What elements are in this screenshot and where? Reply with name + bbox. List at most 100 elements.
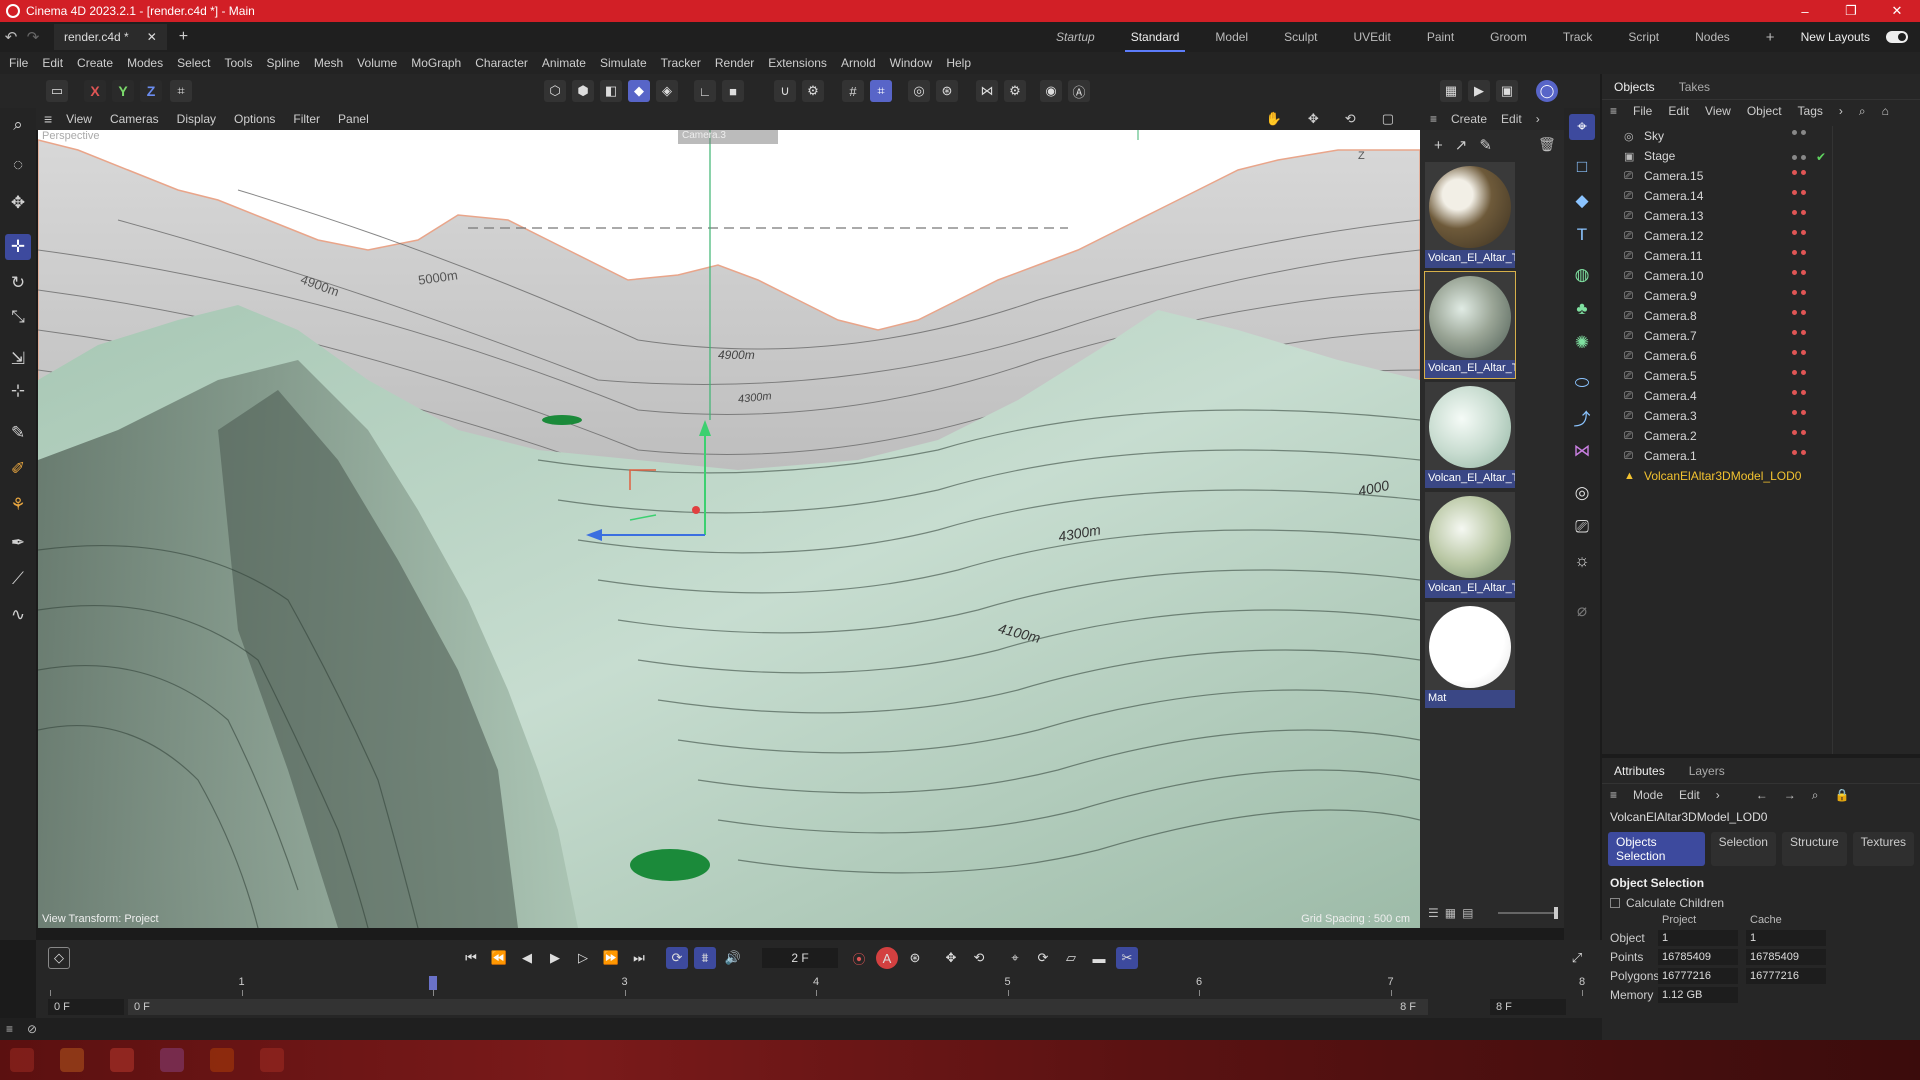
visibility-flags[interactable] — [1792, 190, 1806, 195]
viewport-menu-filter[interactable]: Filter — [293, 112, 320, 126]
object-menu-object[interactable]: Object — [1747, 104, 1782, 118]
render-view-icon[interactable]: ▶ — [1468, 80, 1490, 102]
selection-tools-icon[interactable]: ✥ — [5, 190, 31, 216]
spline-icon[interactable]: ⤴ — [1569, 404, 1595, 430]
maximize-button[interactable]: ❐ — [1828, 0, 1874, 22]
record-keys-icon[interactable]: ⦿ — [848, 947, 870, 969]
layout-tab-script[interactable]: Script — [1610, 30, 1677, 44]
next-key-icon[interactable]: ⏩ — [600, 947, 622, 969]
visibility-flags[interactable] — [1792, 390, 1806, 395]
range-slider[interactable]: 0 F 8 F — [128, 999, 1428, 1015]
tab-structure[interactable]: Structure — [1781, 832, 1847, 866]
material-item[interactable]: Volcan_El_Altar_Te — [1425, 382, 1515, 488]
object-menu-file[interactable]: File — [1633, 104, 1652, 118]
pan-view-icon[interactable]: ✋ — [1266, 111, 1282, 127]
scale-tool-icon[interactable]: ⤡ — [5, 304, 31, 330]
y-axis-lock-button[interactable]: Y — [112, 80, 134, 102]
menu-mograph[interactable]: MoGraph — [411, 56, 461, 70]
next-frame-icon[interactable]: ▷ — [572, 947, 594, 969]
attribute-search-icon[interactable]: ⌕ — [1812, 788, 1819, 803]
viewport-menu-cameras[interactable]: Cameras — [110, 112, 159, 126]
menu-select[interactable]: Select — [177, 56, 210, 70]
symmetry-icon[interactable]: ⋈ — [976, 80, 998, 102]
menu-window[interactable]: Window — [890, 56, 933, 70]
material-picker-icon[interactable]: ✎ — [1479, 136, 1492, 154]
spline-pen-icon[interactable]: ✎ — [5, 420, 31, 446]
object-row[interactable]: ⎚ Camera.12 — [1602, 226, 1832, 246]
material-item[interactable]: Volcan_El_Altar_Te — [1424, 271, 1516, 379]
layout-tab-sculpt[interactable]: Sculpt — [1266, 30, 1335, 44]
knife-tool-icon[interactable]: ⟋ — [5, 566, 31, 592]
menu-spline[interactable]: Spline — [266, 56, 299, 70]
grid-snap-icon[interactable]: # — [842, 80, 864, 102]
menu-arnold[interactable]: Arnold — [841, 56, 876, 70]
tab-objects[interactable]: Objects — [1614, 80, 1655, 94]
attribute-menu-hamburger-icon[interactable]: ≡ — [1610, 788, 1617, 802]
playhead[interactable] — [429, 976, 437, 990]
sound-icon[interactable]: 🔊 — [722, 947, 744, 969]
visibility-flags[interactable] — [1792, 310, 1806, 315]
timeline-graph-icon[interactable]: ⤢ — [1566, 947, 1588, 969]
axis-tool-icon[interactable]: ⊹ — [5, 378, 31, 404]
trash-icon[interactable]: 🗑 — [1538, 136, 1556, 153]
edges-mode-icon[interactable]: ⬢ — [572, 80, 594, 102]
play-icon[interactable]: ▶ — [544, 947, 566, 969]
material-menu-more-icon[interactable]: › — [1536, 112, 1540, 126]
visibility-flags[interactable] — [1792, 450, 1806, 455]
menu-edit[interactable]: Edit — [42, 56, 63, 70]
menu-simulate[interactable]: Simulate — [600, 56, 647, 70]
layout-tab-uvedit[interactable]: UVEdit — [1335, 30, 1408, 44]
layout-tab-model[interactable]: Model — [1197, 30, 1266, 44]
object-search-icon[interactable]: ⌕ — [1859, 104, 1866, 119]
coordinate-system-icon[interactable]: ⌗ — [170, 80, 192, 102]
attribute-menu-more-icon[interactable]: › — [1716, 788, 1720, 802]
points-mode-icon[interactable]: ⬡ — [544, 80, 566, 102]
new-document-button[interactable]: + — [179, 28, 188, 46]
palette-select-icon[interactable]: ⌖ — [1569, 114, 1595, 140]
visibility-flags[interactable] — [1792, 370, 1806, 375]
visibility-flags[interactable] — [1792, 430, 1806, 435]
cloner-icon[interactable]: ♣ — [1569, 296, 1595, 322]
render-settings-icon[interactable]: ⊛ — [936, 80, 958, 102]
lock-icon[interactable]: 🔒 — [1834, 788, 1849, 802]
menu-help[interactable]: Help — [946, 56, 971, 70]
smooth-tool-icon[interactable]: ∿ — [5, 602, 31, 628]
timeline-settings-icon[interactable]: ▬ — [1088, 947, 1110, 969]
calculate-children-row[interactable]: Calculate Children — [1602, 896, 1920, 910]
visibility-flags[interactable]: ✔ — [1792, 150, 1826, 164]
taskbar-app-icon[interactable] — [10, 1048, 34, 1072]
brush-tool-icon[interactable]: ✒ — [5, 530, 31, 556]
render-picture-viewer-icon[interactable]: ▣ — [1496, 80, 1518, 102]
record-pla-icon[interactable]: ▱ — [1060, 947, 1082, 969]
visibility-flags[interactable] — [1792, 250, 1806, 255]
viewport-menu-panel[interactable]: Panel — [338, 112, 369, 126]
mograph-icon[interactable]: ⋈ — [1569, 438, 1595, 464]
object-row[interactable]: ⎚ Camera.6 — [1602, 346, 1832, 366]
tab-layers[interactable]: Layers — [1689, 764, 1725, 778]
previous-key-icon[interactable]: ⏪ — [488, 947, 510, 969]
object-row[interactable]: ⎚ Camera.13 — [1602, 206, 1832, 226]
field-icon[interactable]: ⬭ — [1569, 370, 1595, 396]
visibility-flags[interactable] — [1792, 330, 1806, 335]
render-region-icon[interactable]: ▦ — [1440, 80, 1462, 102]
previous-frame-icon[interactable]: ◀ — [516, 947, 538, 969]
object-row[interactable]: ⎚ Camera.10 — [1602, 266, 1832, 286]
viewport-menu-display[interactable]: Display — [177, 112, 216, 126]
attribute-menu-mode[interactable]: Mode — [1633, 788, 1663, 802]
generator-icon[interactable]: ◍ — [1569, 262, 1595, 288]
keyframe-icon[interactable]: ◇ — [48, 947, 70, 969]
back-arrow-icon[interactable]: ← — [1756, 788, 1768, 802]
document-tab[interactable]: render.c4d * ✕ — [54, 24, 167, 50]
taskbar-app-icon[interactable] — [210, 1048, 234, 1072]
material-menu-create[interactable]: Create — [1451, 112, 1487, 126]
undo-view-icon[interactable]: ▭ — [46, 80, 68, 102]
viewport-menu-options[interactable]: Options — [234, 112, 275, 126]
viewport-hamburger-icon[interactable]: ≡ — [44, 111, 52, 127]
object-row[interactable]: ◎ Sky — [1602, 126, 1832, 146]
apply-material-icon[interactable]: ↗ — [1455, 136, 1468, 154]
menu-mesh[interactable]: Mesh — [314, 56, 343, 70]
z-axis-lock-button[interactable]: Z — [140, 80, 162, 102]
light-icon[interactable]: ☼ — [1569, 548, 1595, 574]
object-row[interactable]: ⎚ Camera.7 — [1602, 326, 1832, 346]
object-row-selected[interactable]: ▲ VolcanElAltar3DModel_LOD0 — [1602, 466, 1832, 486]
